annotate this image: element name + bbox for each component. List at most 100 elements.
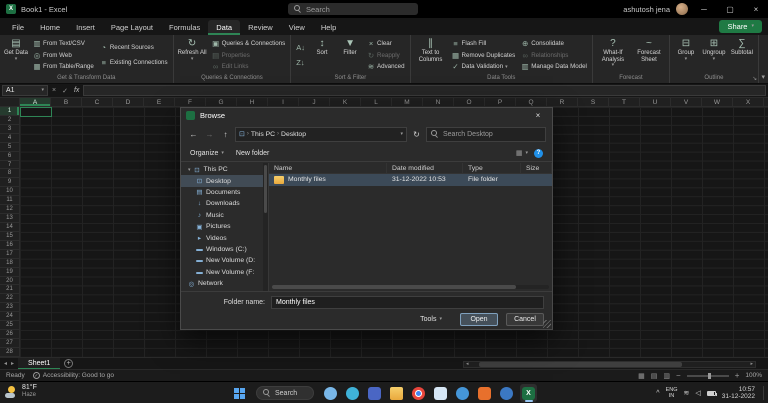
filter-button[interactable]: ▼ Filter — [337, 36, 363, 74]
row-header-23[interactable]: 23 — [0, 303, 19, 313]
cancel-button[interactable]: Cancel — [506, 313, 544, 326]
list-column-header-size[interactable]: Size — [521, 163, 552, 173]
column-header-c[interactable]: C — [82, 98, 113, 106]
consolidate-button[interactable]: ⊕ Consolidate — [519, 38, 589, 49]
sort-button[interactable]: ↕ Sort — [309, 36, 335, 74]
close-button[interactable]: × — [746, 0, 766, 18]
from-table-range-button[interactable]: ▦ From Table/Range — [31, 61, 96, 72]
row-header-17[interactable]: 17 — [0, 250, 19, 259]
refresh-icon[interactable]: ↻ — [410, 128, 423, 141]
column-header-h[interactable]: H — [237, 98, 268, 106]
scrollbar-thumb[interactable] — [272, 285, 516, 289]
firefox-icon[interactable] — [476, 384, 493, 402]
collapse-ribbon-icon[interactable]: ▾ — [761, 73, 765, 81]
sidebar-item-videos[interactable]: ▸ Videos — [181, 232, 263, 243]
zoom-slider-thumb[interactable] — [707, 372, 711, 379]
breadcrumb-item-desktop[interactable]: Desktop — [281, 131, 306, 138]
row-header-5[interactable]: 5 — [0, 143, 19, 152]
column-header-r[interactable]: R — [547, 98, 578, 106]
up-button[interactable]: ↑ — [219, 128, 232, 141]
row-header-11[interactable]: 11 — [0, 196, 19, 206]
excel-icon[interactable]: X — [520, 384, 537, 402]
store-icon[interactable] — [432, 384, 449, 402]
enter-icon[interactable]: ✓ — [60, 87, 70, 95]
page-break-view-icon[interactable]: ▥ — [663, 372, 670, 380]
sheet-tab-sheet1[interactable]: Sheet1 — [18, 357, 61, 370]
column-header-g[interactable]: G — [206, 98, 237, 106]
sidebar-item-documents[interactable]: ▤ Documents — [181, 187, 263, 198]
column-header-n[interactable]: N — [423, 98, 454, 106]
accessibility-status[interactable]: ✓ Accessibility: Good to go — [32, 372, 114, 379]
insert-function-icon[interactable]: fx — [72, 87, 81, 94]
manage-data-model-button[interactable]: ▥ Manage Data Model — [519, 61, 589, 72]
column-header-o[interactable]: O — [454, 98, 485, 106]
taskbar-search[interactable]: Search — [256, 386, 314, 400]
row-header-25[interactable]: 25 — [0, 321, 19, 331]
select-all-corner[interactable] — [0, 98, 20, 107]
forecast-sheet-button[interactable]: ~ Forecast Sheet — [632, 36, 666, 74]
sheet-nav-right-icon[interactable]: ▸ — [11, 360, 14, 367]
row-header-26[interactable]: 26 — [0, 330, 19, 339]
properties-button[interactable]: ▤ Properties — [210, 50, 288, 61]
titlebar-search[interactable]: Search — [288, 3, 418, 15]
list-horizontal-scrollbar[interactable] — [272, 285, 549, 289]
row-header-4[interactable]: 4 — [0, 134, 19, 143]
column-header-d[interactable]: D — [113, 98, 144, 106]
dialog-close-button[interactable]: × — [529, 108, 547, 123]
open-button[interactable]: Open — [460, 313, 498, 326]
column-header-v[interactable]: V — [671, 98, 702, 106]
explorer-icon[interactable] — [388, 384, 405, 402]
row-header-14[interactable]: 14 — [0, 223, 19, 232]
zoom-out-icon[interactable]: − — [676, 371, 681, 380]
scrollbar-thumb[interactable] — [264, 165, 267, 213]
ribbon-tab-page-layout[interactable]: Page Layout — [103, 20, 161, 35]
sidebar-item-windows-c[interactable]: ▬ Windows (C:) — [181, 244, 263, 255]
row-header-15[interactable]: 15 — [0, 232, 19, 241]
row-header-3[interactable]: 3 — [0, 125, 19, 134]
from-web-button[interactable]: ◎ From Web — [31, 50, 96, 61]
row-header-28[interactable]: 28 — [0, 348, 19, 357]
language-indicator[interactable]: ENG IN — [666, 387, 678, 399]
text-to-columns-button[interactable]: ∥ Text to Columns — [414, 36, 448, 74]
ribbon-tab-review[interactable]: Review — [240, 20, 281, 35]
edge-icon[interactable] — [344, 384, 361, 402]
zoom-level[interactable]: 100% — [745, 372, 762, 379]
data-validation-button[interactable]: ✓ Data Validation ▾ — [450, 61, 518, 72]
row-header-16[interactable]: 16 — [0, 241, 19, 250]
tools-button[interactable]: Tools ▾ — [420, 316, 442, 323]
flash-fill-button[interactable]: ≡ Flash Fill — [450, 38, 518, 49]
edit-links-button[interactable]: ∞ Edit Links — [210, 61, 288, 72]
column-header-j[interactable]: J — [299, 98, 330, 106]
column-header-l[interactable]: L — [361, 98, 392, 106]
onedrive-icon[interactable] — [498, 384, 515, 402]
ribbon-tab-formulas[interactable]: Formulas — [161, 20, 208, 35]
share-button[interactable]: Share ▾ — [719, 20, 762, 33]
row-header-10[interactable]: 10 — [0, 187, 19, 197]
show-desktop-button[interactable] — [763, 386, 764, 400]
row-header-21[interactable]: 21 — [0, 285, 19, 295]
help-icon[interactable]: ? — [534, 148, 543, 158]
sidebar-item-new-volume-f[interactable]: ▬ New Volume (F: — [181, 267, 263, 278]
folder-name-input[interactable]: Monthly files — [271, 296, 544, 309]
chevron-down-icon[interactable]: ▾ — [400, 131, 403, 137]
row-header-2[interactable]: 2 — [0, 116, 19, 125]
reapply-button[interactable]: ↻ Reapply — [365, 50, 407, 61]
recent-sources-button[interactable]: ◔ Recent Sources — [98, 42, 170, 53]
za-button[interactable]: Z↓ — [294, 57, 307, 68]
clear-button[interactable]: × Clear — [365, 38, 407, 49]
row-header-1[interactable]: 1 — [0, 107, 19, 116]
view-options-button[interactable]: ▦ ▾ — [516, 149, 528, 157]
clock[interactable]: 10:57 31-12-2022 — [722, 386, 755, 401]
normal-view-icon[interactable]: ▦ — [638, 372, 645, 380]
ribbon-tab-help[interactable]: Help — [313, 20, 344, 35]
forward-button[interactable]: → — [203, 128, 216, 141]
ribbon-tab-home[interactable]: Home — [32, 20, 68, 35]
dialog-launcher-icon[interactable]: ↘ — [752, 76, 757, 82]
horizontal-scrollbar[interactable]: ◂ ▸ — [463, 360, 756, 368]
file-row-monthly-files[interactable]: Monthly files 31-12-2022 10:53 File folder — [269, 174, 552, 186]
get-data-button[interactable]: ▤ Get Data ▾ — [3, 36, 29, 74]
column-header-p[interactable]: P — [485, 98, 516, 106]
sidebar-item-desktop[interactable]: ⊡ Desktop — [181, 175, 263, 187]
dialog-search-input[interactable]: Search Desktop — [426, 126, 546, 142]
word-icon[interactable] — [366, 384, 383, 402]
